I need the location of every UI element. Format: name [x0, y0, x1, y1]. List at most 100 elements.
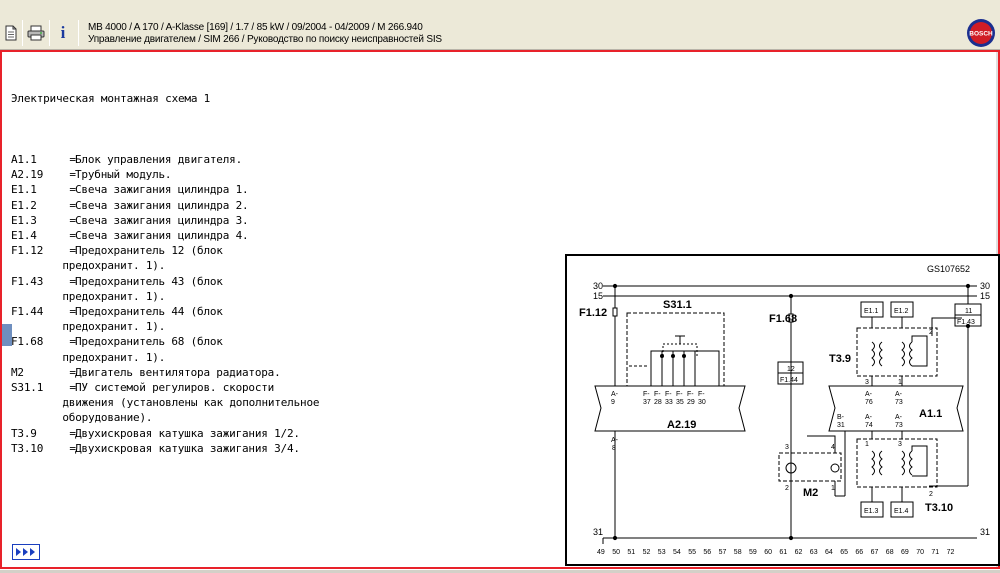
legend-description: Двигатель вентилятора радиатора.	[75, 365, 281, 379]
section-path: Управление двигателем / SIM 266 / Руково…	[88, 34, 442, 45]
scale-number: 63	[810, 549, 818, 556]
legend-equals: =	[63, 335, 83, 349]
t39-pin-3: 3	[865, 379, 869, 386]
t39-pin-2: 2	[929, 329, 933, 336]
scale-number: 57	[719, 549, 727, 556]
legend-item: T3.9 = Двухискровая катушка зажигания 1/…	[11, 426, 571, 441]
vehicle-info: MB 4000 / A 170 / A-Klasse [169] / 1.7 /…	[88, 22, 442, 46]
label-m2: M2	[803, 487, 818, 499]
scale-number: 67	[871, 549, 879, 556]
a11-pin-bottom-type: A-	[895, 414, 903, 421]
rail-15-right: 15	[980, 291, 990, 301]
scale-number: 60	[764, 549, 772, 556]
legend-code: F1.12	[11, 244, 44, 258]
a219-pin-top-type: F-	[665, 391, 672, 398]
legend-item: A2.19 = Трубный модуль.	[11, 167, 571, 182]
scale-number: 49	[597, 549, 605, 556]
legend-description: Двухискровая катушка зажигания 3/4.	[75, 441, 300, 455]
legend-item: S31.1 = ПУ системой регулиров. скорости …	[11, 380, 571, 426]
a11-pin-bottom-num: 73	[895, 422, 903, 429]
legend-description: Трубный модуль.	[75, 168, 172, 182]
a219-pin-top-num: 33	[665, 399, 673, 406]
ground-right: 31	[980, 527, 990, 537]
legend-description: Блок управления двигателя.	[75, 153, 242, 167]
toolbar-separator	[49, 20, 50, 46]
a219-pin-bottom-num: 8	[612, 445, 616, 452]
rail-15-left: 15	[593, 291, 603, 301]
vehicle-path: MB 4000 / A 170 / A-Klasse [169] / 1.7 /…	[88, 22, 423, 33]
legend-equals: =	[63, 426, 83, 440]
a11-pin-bottom-num: 31	[837, 422, 845, 429]
legend-text: Электрическая монтажная схема 1 A1.1 = Б…	[11, 61, 571, 486]
scale-number: 68	[886, 549, 894, 556]
legend-equals: =	[63, 229, 83, 243]
legend-equals: =	[63, 213, 83, 227]
legend-description: Свеча зажигания цилиндра 1.	[75, 183, 249, 197]
a11-pin-bottom-type: A-	[865, 414, 873, 421]
status-bar	[0, 569, 1000, 573]
legend-code: E1.2	[11, 198, 37, 212]
scale-number: 50	[612, 549, 620, 556]
scale-number: 52	[643, 549, 651, 556]
legend-item: M2 = Двигатель вентилятора радиатора.	[11, 365, 571, 380]
label-e1-3: E1.3	[864, 508, 879, 515]
toolbar-separator	[78, 20, 79, 46]
page-title: Электрическая монтажная схема 1	[11, 92, 211, 106]
legend-description: Двухискровая катушка зажигания 1/2.	[75, 426, 300, 440]
scale-number: 58	[734, 549, 742, 556]
label-e1-4: E1.4	[894, 508, 909, 515]
rail-30-right: 30	[980, 281, 990, 291]
t39-pin-1: 1	[898, 379, 902, 386]
scale-number: 65	[840, 549, 848, 556]
content-panel: Электрическая монтажная схема 1 A1.1 = Б…	[0, 50, 1000, 569]
legend-code: M2	[11, 365, 24, 379]
m2-pin-3: 3	[785, 444, 789, 451]
label-e1-1: E1.1	[864, 308, 879, 315]
legend-equals: =	[63, 244, 83, 258]
a219-pin-top-type: F-	[643, 391, 650, 398]
m2-pin-2: 2	[785, 485, 789, 492]
label-f1-12: F1.12	[579, 307, 607, 319]
a219-pin-bottom-type: A-	[611, 437, 619, 444]
legend-item: F1.44 = Предохранитель 44 (блок предохра…	[11, 304, 571, 334]
legend-code: E1.4	[11, 229, 37, 243]
triple-arrow-right-icon	[16, 548, 35, 556]
label-fuse-12: 12	[787, 366, 795, 373]
legend-item: F1.68 = Предохранитель 68 (блок предохра…	[11, 334, 571, 364]
label-f1-43: F1.43	[957, 319, 975, 326]
legend-code: A1.1	[11, 153, 37, 167]
scale-number: 66	[855, 549, 863, 556]
m2-pin-4: 4	[831, 444, 835, 451]
t310-pin-1: 1	[865, 441, 869, 448]
scale-number: 59	[749, 549, 757, 556]
legend-code: S31.1	[11, 381, 44, 395]
label-a2-19: A2.19	[667, 419, 696, 431]
a219-pin-top-type: F-	[654, 391, 661, 398]
legend-item: T3.10 = Двухискровая катушка зажигания 3…	[11, 441, 571, 456]
legend-description: Свеча зажигания цилиндра 4.	[75, 229, 249, 243]
legend-equals: =	[63, 305, 83, 319]
info-icon[interactable]: i	[52, 22, 74, 44]
legend-code: E1.1	[11, 183, 37, 197]
printer-icon[interactable]	[25, 22, 47, 44]
legend-item: A1.1 = Блок управления двигателя.	[11, 152, 571, 167]
label-t3-9: T3.9	[829, 353, 851, 365]
logo-text: BOSCH	[969, 31, 993, 38]
legend-code: E1.3	[11, 213, 37, 227]
toolbar-separator	[22, 20, 23, 46]
a219-pin-top-type: F-	[687, 391, 694, 398]
scale-number: 71	[931, 549, 939, 556]
label-f1-68: F1.68	[769, 313, 797, 325]
a219-pin-top-num: 28	[654, 399, 662, 406]
document-icon[interactable]	[0, 22, 22, 44]
legend-code: T3.10	[11, 441, 44, 455]
legend-item: E1.3 = Свеча зажигания цилиндра 3.	[11, 213, 571, 228]
legend-item: F1.43 = Предохранитель 43 (блок предохра…	[11, 274, 571, 304]
next-page-button[interactable]	[12, 544, 40, 560]
legend-code: T3.9	[11, 426, 37, 440]
scale-number: 70	[916, 549, 924, 556]
legend-equals: =	[63, 183, 83, 197]
legend-item: E1.2 = Свеча зажигания цилиндра 2.	[11, 198, 571, 213]
label-t3-10: T3.10	[925, 502, 953, 514]
t310-pin-3: 3	[898, 441, 902, 448]
